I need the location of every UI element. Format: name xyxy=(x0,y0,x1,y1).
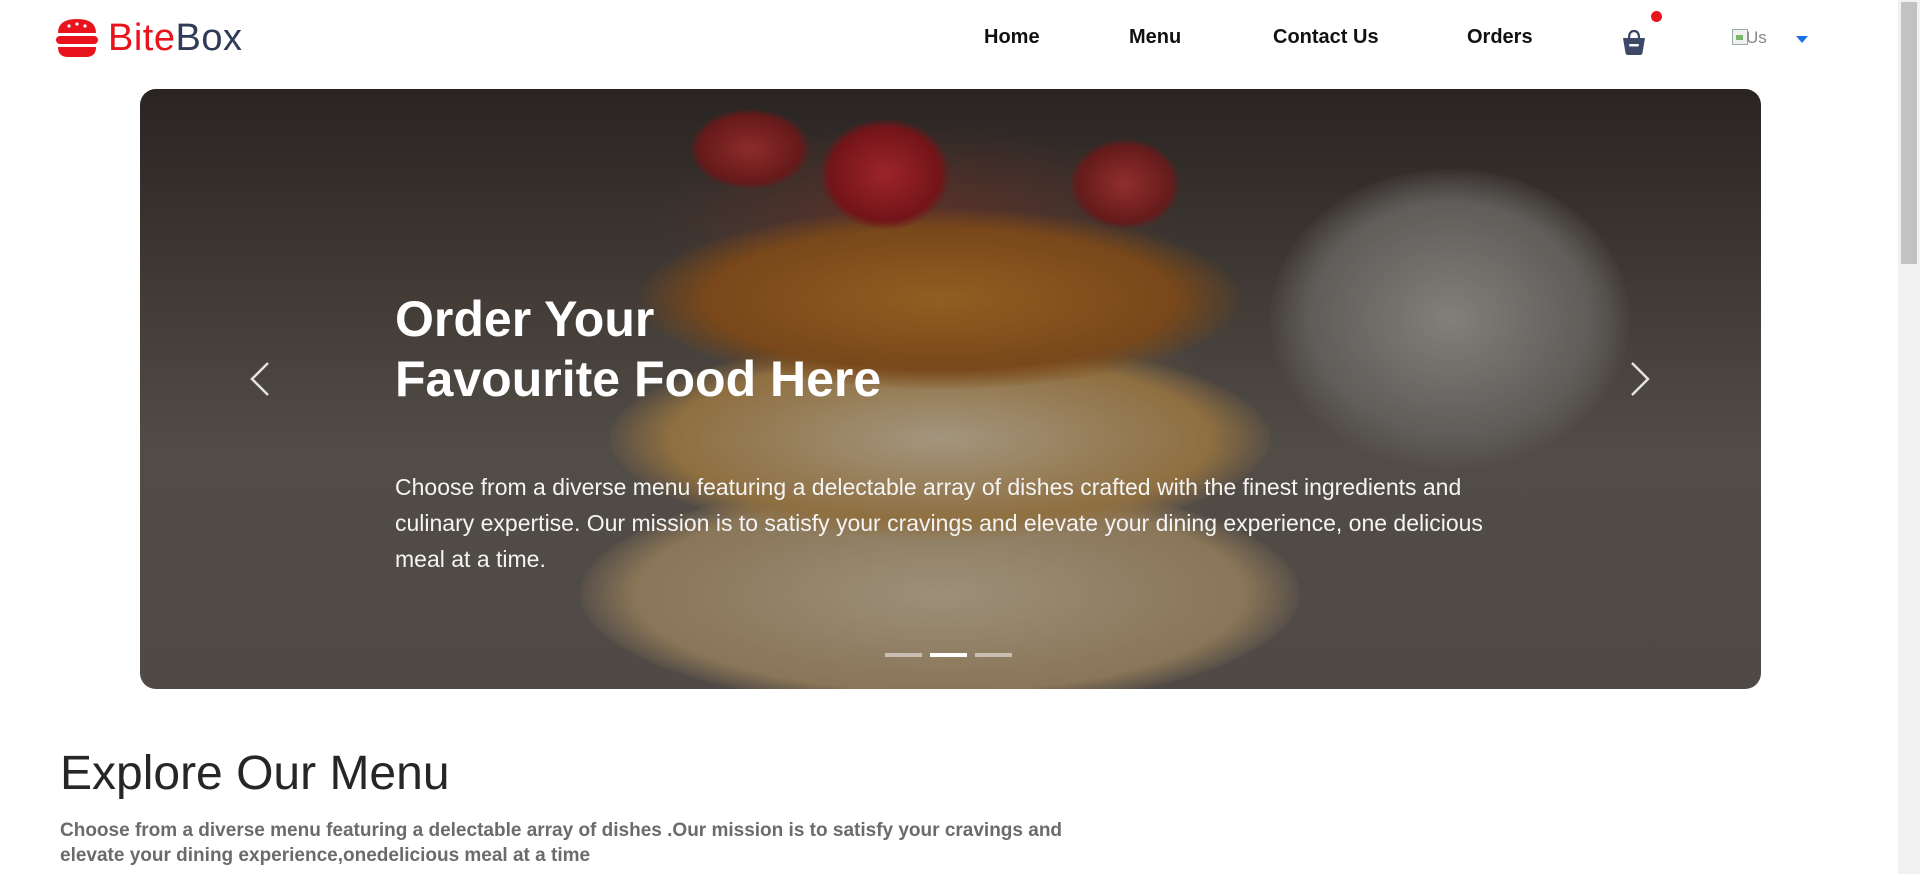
explore-menu-description: Choose from a diverse menu featuring a d… xyxy=(60,820,1063,866)
nav-home[interactable]: Home xyxy=(984,26,1040,49)
flag-alt-text: Us xyxy=(1746,28,1767,47)
caret-down-icon[interactable] xyxy=(1796,35,1808,43)
hero-carousel: Order Your Favourite Food Here Choose fr… xyxy=(140,89,1761,689)
scrollbar-thumb[interactable] xyxy=(1901,2,1917,264)
carousel-indicator-1[interactable] xyxy=(885,653,922,657)
cart-notification-dot xyxy=(1651,11,1662,22)
explore-menu-title: Explore Our Menu xyxy=(60,747,450,800)
burger-logo-icon xyxy=(56,19,98,57)
brand-name-box: Box xyxy=(175,16,243,59)
carousel-indicator-2[interactable] xyxy=(930,653,967,657)
hero-title: Order Your Favourite Food Here xyxy=(395,289,881,409)
hero-title-line2: Favourite Food Here xyxy=(395,351,882,407)
language-selector[interactable]: Us xyxy=(1732,27,1808,51)
basket-icon[interactable] xyxy=(1618,26,1650,58)
flag-icon: Us xyxy=(1732,27,1772,51)
page-scrollbar[interactable] xyxy=(1898,0,1920,874)
carousel-indicators xyxy=(885,653,1012,657)
brand-logo[interactable]: BiteBox xyxy=(54,12,242,64)
hero-description: Choose from a diverse menu featuring a d… xyxy=(395,474,1483,572)
carousel-next-chevron-right-icon[interactable] xyxy=(1618,359,1658,399)
site-header: BiteBox Home Menu Contact Us Orders Us xyxy=(0,0,1898,84)
carousel-indicator-3[interactable] xyxy=(975,653,1012,657)
hero-overlay xyxy=(140,89,1761,689)
brand-name: BiteBox xyxy=(108,17,242,60)
carousel-prev-chevron-left-icon[interactable] xyxy=(242,359,282,399)
hero-title-line1: Order Your xyxy=(395,291,655,347)
nav-contact-us[interactable]: Contact Us xyxy=(1273,26,1379,49)
brand-name-bite: Bite xyxy=(108,16,176,59)
nav-menu[interactable]: Menu xyxy=(1129,26,1181,49)
nav-orders[interactable]: Orders xyxy=(1467,26,1533,49)
